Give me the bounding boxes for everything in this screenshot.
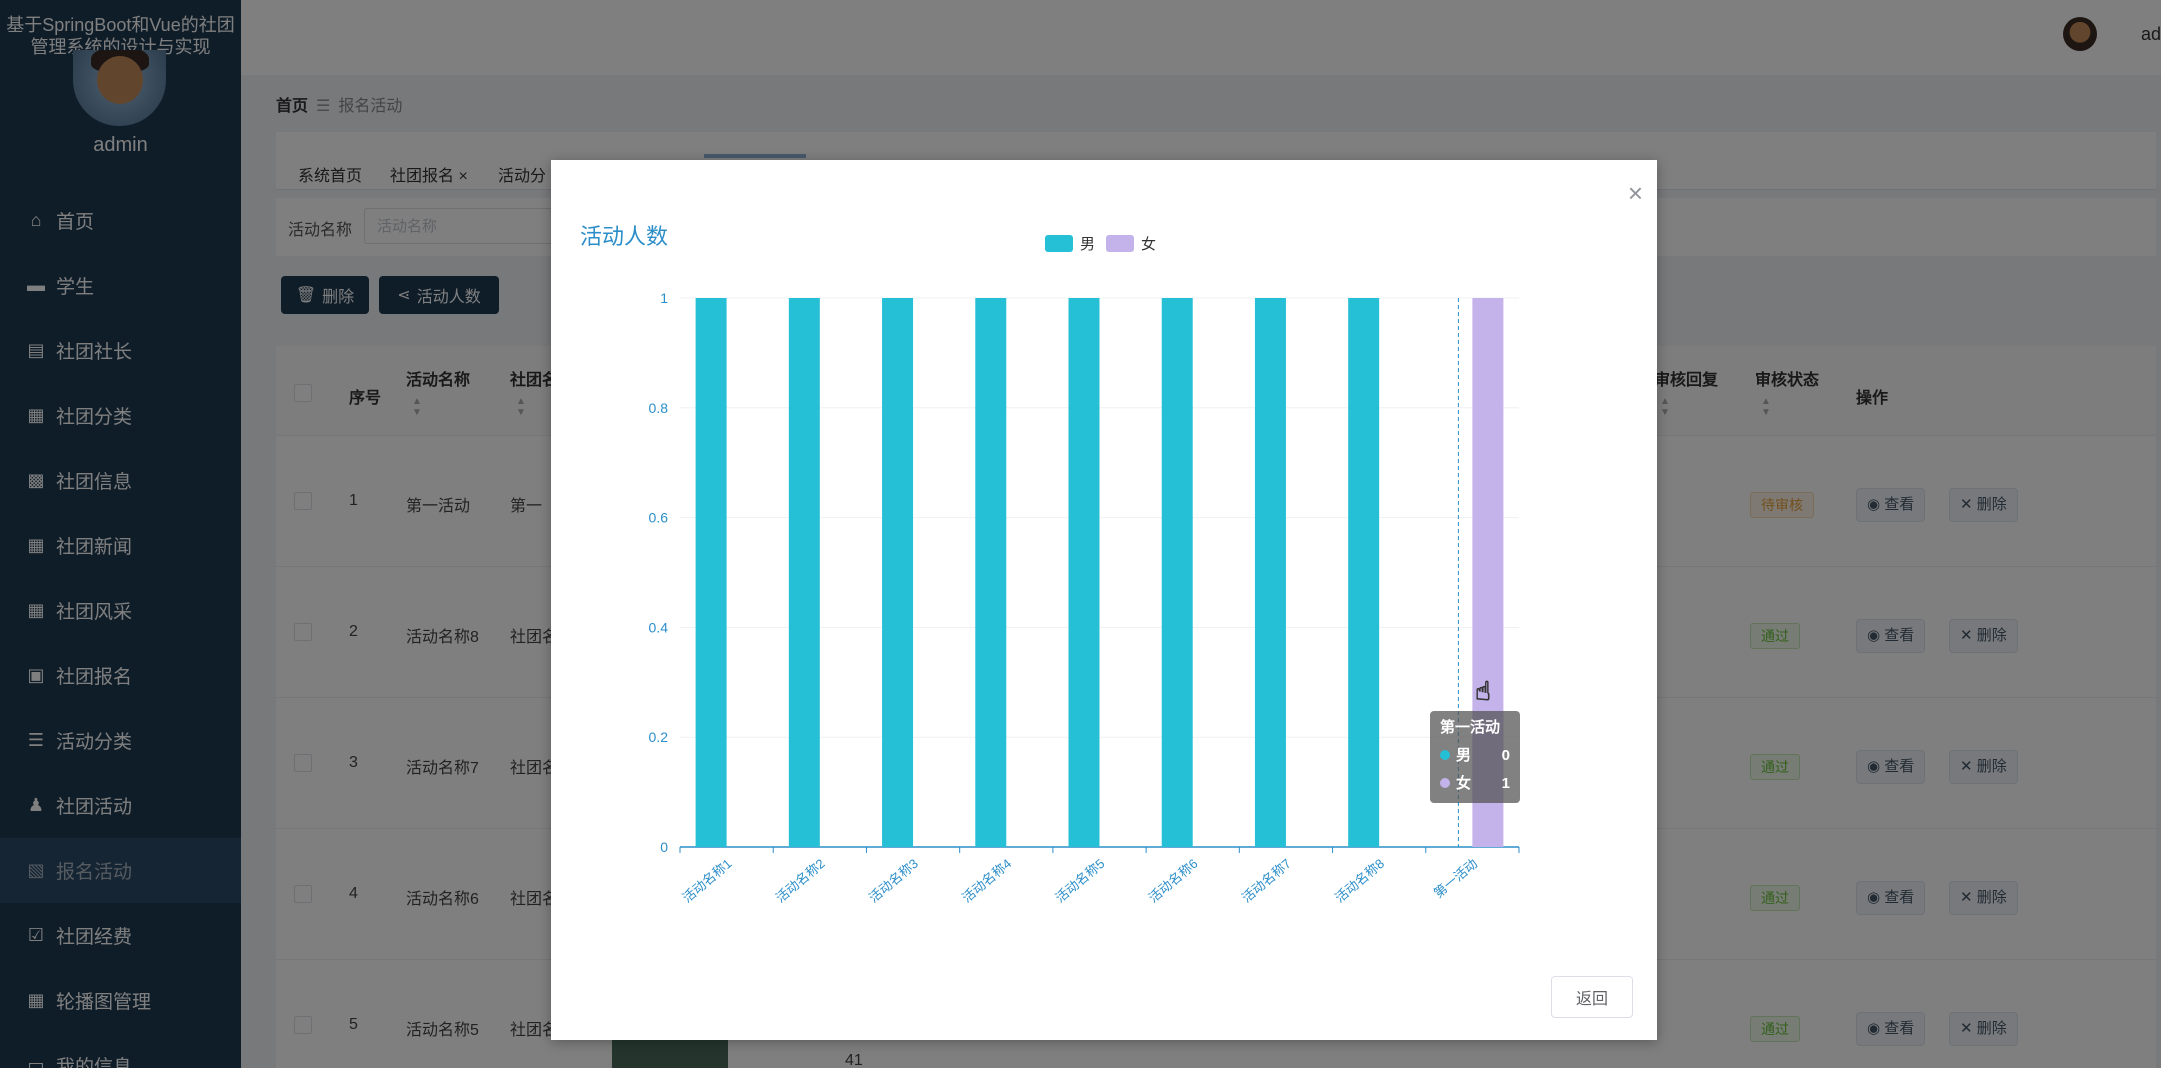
bar-male — [695, 298, 727, 847]
pointer-cursor-icon: ☝ — [1475, 677, 1491, 707]
tooltip-series-value: 0 — [1502, 747, 1510, 764]
chart-dialog: × 活动人数男女 0 0.2 0.4 0.6 0.8 1 活动名称1 活动名称2 活动名称3 活动名… — [551, 160, 1657, 1040]
bar-male — [788, 298, 820, 847]
y-tick-label: 0.4 — [649, 619, 669, 635]
legend-label: 女 — [1141, 235, 1156, 253]
legend-swatch — [1106, 235, 1134, 252]
x-tick-label: 第一活动 — [1431, 856, 1480, 901]
chart-title: 活动人数 — [580, 224, 668, 249]
bar-male — [882, 298, 914, 847]
legend-label: 男 — [1080, 236, 1095, 253]
x-tick-label: 活动名称2 — [773, 856, 828, 906]
bar-male — [975, 298, 1007, 847]
x-tick-label: 活动名称5 — [1052, 856, 1107, 906]
legend-swatch — [1045, 235, 1073, 252]
x-tick-label: 活动名称3 — [866, 856, 921, 906]
bar-male — [1254, 298, 1286, 847]
x-tick-label: 活动名称4 — [959, 856, 1014, 906]
bar-chart: 活动人数男女00.20.40.60.81活动名称1 活动名称2 活动名称3 活动名称4… — [580, 224, 1520, 906]
tooltip-title: 第一活动 — [1440, 718, 1500, 736]
bar-male — [1161, 298, 1193, 847]
tooltip-series-name: 男 — [1456, 747, 1471, 764]
bar-male — [1348, 298, 1380, 847]
tooltip-series-name: 女 — [1456, 774, 1471, 792]
tooltip-series-value: 1 — [1502, 775, 1510, 792]
x-tick-label: 活动名称8 — [1332, 856, 1387, 906]
y-tick-label: 0.8 — [649, 400, 669, 416]
tooltip-marker — [1440, 750, 1450, 760]
x-tick-label: 活动名称6 — [1146, 856, 1201, 906]
y-tick-label: 0 — [660, 839, 668, 855]
return-button[interactable]: 返回 — [1551, 976, 1633, 1018]
y-tick-label: 0.2 — [649, 729, 669, 745]
y-tick-label: 1 — [660, 290, 668, 306]
bar-male — [1068, 298, 1100, 847]
x-tick-label: 活动名称1 — [680, 856, 735, 906]
tooltip-marker — [1440, 778, 1450, 788]
x-tick-label: 活动名称7 — [1239, 856, 1294, 906]
y-tick-label: 0.6 — [649, 510, 669, 526]
